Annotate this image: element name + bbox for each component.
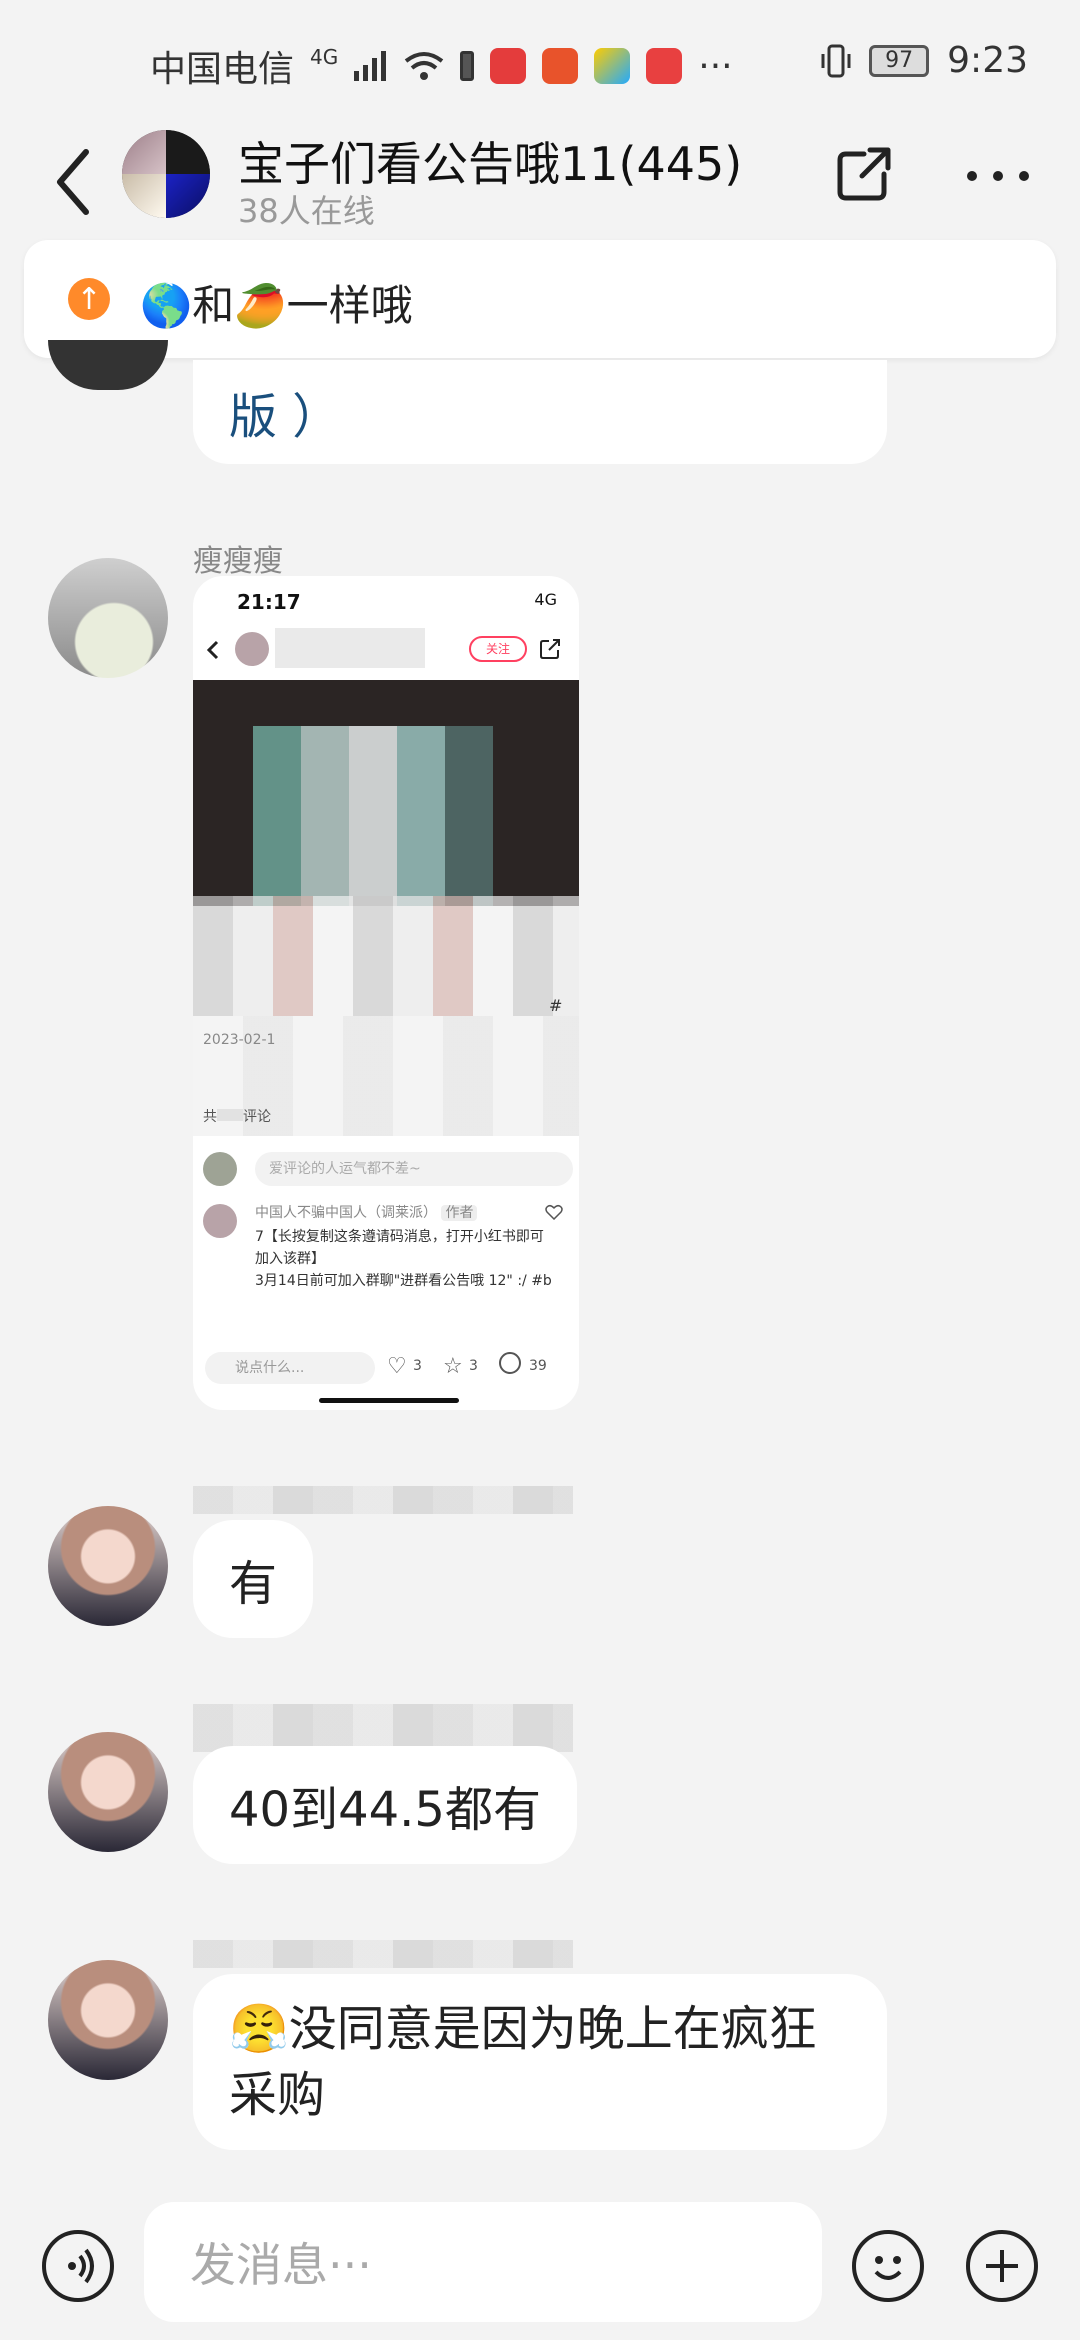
shot-pixelated-area (253, 726, 493, 906)
blurred-sender-name (193, 1940, 573, 1968)
status-bar: 中国电信 4G ··· 97 9:23 (0, 0, 1080, 130)
status-left: 中国电信 4G ··· (150, 40, 733, 92)
huawei-app-icon (646, 48, 683, 84)
network-label: 4G (310, 45, 339, 69)
emoji-icon[interactable] (852, 2230, 924, 2302)
shot-share-icon (540, 639, 560, 659)
status-right: 97 9:23 (821, 40, 1028, 81)
shot-hashtag: # (549, 996, 563, 1015)
message-text: 没同意是因为晚上在疯狂采购 (229, 2001, 817, 2123)
battery-icon: 97 (869, 44, 930, 77)
avatar[interactable] (48, 558, 168, 678)
more-notifications-icon: ··· (698, 45, 733, 87)
input-bar: 发消息··· (0, 2190, 1080, 2340)
announcement-text: 🌎和🥭一样哦 (140, 281, 413, 330)
image-message[interactable]: 21:17 4G 关注 # 2023-02-1 共评论 爱评论的人运气都不差~ … (193, 576, 579, 1410)
shot-time: 21:17 (237, 590, 301, 614)
message-text: 有 (229, 1556, 278, 1612)
gallery-app-icon (594, 48, 631, 84)
shot-comments-prefix: 共 (203, 1109, 217, 1125)
wifi-icon (405, 52, 444, 80)
blurred-sender-name (193, 1704, 573, 1752)
more-icon[interactable] (966, 170, 1030, 182)
signal-icon (354, 51, 387, 81)
shot-comment-icon (499, 1352, 521, 1374)
back-icon[interactable] (48, 142, 98, 222)
avatar[interactable] (48, 340, 168, 390)
carrier-label: 中国电信 (150, 49, 295, 90)
shot-back-icon (206, 640, 219, 660)
avatar[interactable] (48, 1732, 168, 1852)
shot-like-count: 3 (413, 1358, 422, 1374)
shot-comments-suffix: 评论 (243, 1109, 271, 1125)
shot-bottom-bar: 说点什么... ♡ 3 ☆ 3 39 (193, 1346, 579, 1386)
add-icon[interactable] (966, 2230, 1038, 2302)
avatar[interactable] (48, 1506, 168, 1626)
shot-home-bar (319, 1398, 459, 1403)
shot-blurred-name (275, 628, 425, 668)
shot-comment-line1: 7【长按复制这条遵请码消息，打开小红书即可加入该群】 (255, 1229, 544, 1267)
shot-star-icon: ☆ (443, 1354, 463, 1379)
vibrate-icon (821, 44, 851, 77)
shot-author-tag: 作者 (441, 1205, 478, 1221)
chat-header: 宝子们看公告哦11(445) 38人在线 (0, 120, 1080, 240)
shot-follow-button: 关注 (469, 636, 527, 662)
shot-reply-box: 说点什么... (205, 1352, 375, 1384)
message-input[interactable]: 发消息··· (144, 2202, 822, 2322)
shot-network: 4G (534, 590, 557, 609)
message-bubble[interactable]: 😤没同意是因为晚上在疯狂采购 (193, 1974, 887, 2150)
message-bubble[interactable]: 40到44.5都有 (193, 1746, 577, 1864)
shot-heart-icon (545, 1204, 563, 1220)
group-avatar[interactable] (122, 130, 210, 218)
shot-date: 2023-02-1 (203, 1032, 276, 1048)
message-bubble[interactable]: 有 (193, 1520, 314, 1638)
shot-pixelated-strip (193, 896, 579, 1016)
angry-emoji-icon: 😤 (229, 2001, 289, 2057)
group-title[interactable]: 宝子们看公告哦11(445) (238, 128, 742, 194)
pin-up-icon: ↑ (68, 278, 110, 320)
blurred-sender-name (193, 1486, 573, 1514)
shot-my-avatar (203, 1152, 237, 1186)
message-text: 40到44.5都有 (229, 1782, 541, 1838)
shot-commenter-avatar (203, 1204, 237, 1238)
book-app-icon (490, 48, 527, 84)
online-count: 38人在线 (238, 192, 375, 230)
shot-like-icon: ♡ (387, 1354, 407, 1379)
sender-name: 瘦瘦瘦 (193, 544, 283, 579)
battery-small-icon (460, 51, 475, 81)
shot-comment-count: 39 (529, 1358, 547, 1374)
message-bubble[interactable]: 版 ） (193, 360, 887, 464)
clock: 9:23 (947, 40, 1028, 81)
shopping-app-icon (542, 48, 579, 84)
shot-author-avatar (235, 632, 269, 666)
share-icon[interactable] (834, 144, 894, 204)
message-text: 版 ） (229, 389, 341, 445)
voice-icon[interactable] (42, 2230, 114, 2302)
shot-comment-box: 爱评论的人运气都不差~ (255, 1152, 573, 1186)
avatar[interactable] (48, 1960, 168, 2080)
pinned-announcement[interactable]: ↑ 🌎和🥭一样哦 (24, 240, 1056, 358)
shot-comment-line2: 3月14日前可加入群聊"进群看公告哦 12" :/ #b (255, 1273, 552, 1289)
shot-star-count: 3 (469, 1358, 478, 1374)
shot-commenter-name: 中国人不骗中国人（调莱派） (255, 1205, 437, 1221)
